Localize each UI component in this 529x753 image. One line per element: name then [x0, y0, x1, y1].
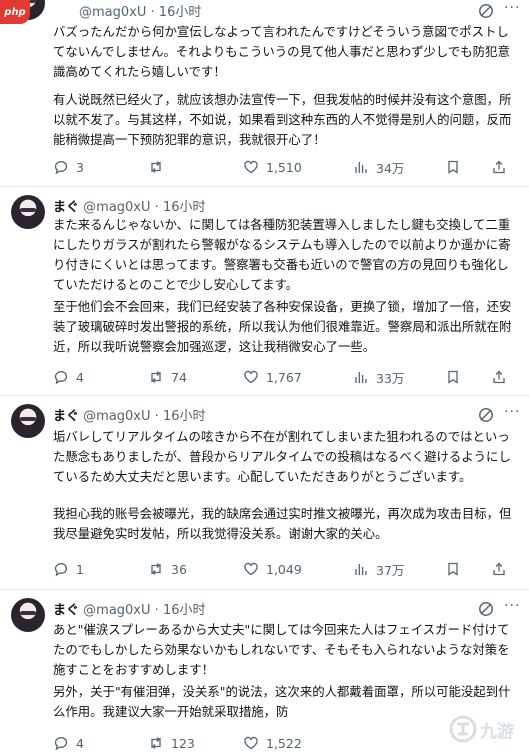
retweet-count: 36: [171, 561, 187, 577]
reply-icon: [54, 737, 68, 751]
jiuyou-watermark: 九游: [448, 712, 528, 746]
timestamp[interactable]: 16小时: [163, 603, 206, 618]
more-options-icon[interactable]: ···: [504, 0, 520, 16]
retweet-button[interactable]: 123: [148, 734, 195, 752]
like-button[interactable]: 1,510: [243, 158, 302, 176]
tweet-text-translation: 另外，关于"有催泪弹，没关系"的说法，这次来的人都戴着面罩，所以可能没起到什么作…: [53, 684, 511, 719]
share-icon: [493, 562, 505, 576]
tweet-actions: 4 123 1,522: [53, 734, 513, 752]
heart-icon: [244, 160, 258, 174]
user-handle[interactable]: @mag0xU: [83, 409, 150, 424]
reply-count: 3: [76, 159, 84, 175]
reply-button[interactable]: 4: [53, 368, 84, 386]
views-button[interactable]: 37万: [353, 560, 404, 578]
php-watermark: php: [0, 0, 30, 24]
tweet-text-original: また来るんじゃないか、に関しては各種防犯装置導入しましたし鍵も交換して二重にした…: [53, 217, 511, 292]
share-button[interactable]: [491, 560, 514, 578]
display-name[interactable]: まぐ: [53, 409, 79, 424]
tweet-header: まぐ @mag0xU · 16小时: [53, 200, 206, 215]
avatar[interactable]: [11, 195, 45, 229]
avatar[interactable]: [11, 404, 45, 438]
tweet-text-original: バズったんだから何か宣伝しなよって言われたんですけどそういう意図でポストしてない…: [53, 24, 510, 79]
like-button[interactable]: 1,522: [243, 734, 302, 752]
jiuyou-logo-icon: [449, 715, 477, 743]
user-handle[interactable]: @mag0xU: [83, 200, 150, 215]
views-icon: [355, 564, 367, 575]
views-icon: [355, 162, 367, 173]
tweet-actions: 3 1,510 34万: [53, 158, 513, 176]
timestamp[interactable]: 16小时: [159, 5, 202, 20]
reply-count: 4: [76, 735, 84, 751]
bookmark-button[interactable]: [445, 368, 468, 386]
bookmark-icon: [448, 370, 458, 384]
tweet-text-translation: 有人说既然已经火了，就应该想办法宣传一下，但我发帖的时候并没有这个意图，所以就不…: [53, 92, 512, 147]
views-button[interactable]: 34万: [353, 158, 404, 176]
timestamp[interactable]: 16小时: [163, 409, 206, 424]
bookmark-icon: [448, 160, 458, 174]
like-count: 1,522: [266, 735, 302, 751]
reply-button[interactable]: 1: [53, 560, 84, 578]
divider: [0, 589, 529, 590]
heart-icon: [244, 736, 258, 750]
retweet-count: 123: [171, 735, 195, 751]
tweet-text-original: 垢バレしてリアルタイムの呟きから不在が割れてしまいまた狙われるのではといった懸念…: [53, 429, 511, 484]
share-icon: [493, 160, 505, 174]
view-count: 37万: [376, 562, 405, 578]
grok-icon[interactable]: [478, 3, 494, 19]
share-button[interactable]: [491, 368, 514, 386]
tweet-text-translation: 至于他们会不会回来，我们已经安装了各种安保设备，更换了锁，增加了一倍，还安装了玻…: [53, 299, 512, 354]
divider: [0, 395, 529, 396]
tweet-actions: 4 74 1,767 33万: [53, 368, 513, 386]
view-count: 34万: [376, 160, 405, 176]
reply-icon: [54, 161, 68, 175]
like-count: 1,049: [266, 561, 302, 577]
view-count: 33万: [376, 370, 405, 386]
tweet-actions: 1 36 1,049 37万: [53, 560, 513, 578]
like-button[interactable]: 1,049: [243, 560, 302, 578]
bookmark-button[interactable]: [445, 560, 468, 578]
share-button[interactable]: [491, 158, 514, 176]
tweet-text-original: あと"催涙スプレーあるから大丈夫"に関しては今回来た人はフェイスガード付けてたの…: [53, 622, 510, 677]
grok-icon[interactable]: [478, 407, 494, 423]
retweet-icon: [151, 563, 161, 575]
like-button[interactable]: 1,767: [243, 368, 302, 386]
reply-count: 1: [76, 561, 84, 577]
like-count: 1,767: [266, 369, 302, 385]
retweet-button[interactable]: [148, 158, 171, 176]
bookmark-icon: [448, 562, 458, 576]
display-name[interactable]: まぐ: [53, 200, 79, 215]
bookmark-button[interactable]: [445, 158, 468, 176]
reply-icon: [54, 563, 68, 577]
like-count: 1,510: [266, 159, 302, 175]
reply-button[interactable]: 4: [53, 734, 84, 752]
retweet-icon: [151, 161, 161, 173]
more-options-icon[interactable]: ···: [504, 404, 520, 420]
retweet-button[interactable]: 36: [148, 560, 187, 578]
views-button[interactable]: 33万: [353, 368, 404, 386]
tweet-header: まぐ @mag0xU · 16小时: [53, 409, 206, 424]
user-handle[interactable]: @mag0xU: [83, 603, 150, 618]
share-icon: [493, 370, 505, 384]
tweet-header: まぐ @mag0xU · 16小时: [53, 603, 206, 618]
heart-icon: [244, 562, 258, 576]
avatar[interactable]: [11, 598, 45, 632]
retweet-icon: [151, 737, 161, 749]
user-handle[interactable]: @mag0xU: [79, 5, 146, 20]
retweet-button[interactable]: 74: [148, 368, 187, 386]
timestamp[interactable]: 16小时: [163, 200, 206, 215]
retweet-icon: [151, 371, 161, 383]
tweet-header: @mag0xU · 16小时: [79, 5, 202, 20]
grok-icon[interactable]: [478, 601, 494, 617]
more-options-icon[interactable]: ···: [504, 598, 520, 614]
reply-count: 4: [76, 369, 84, 385]
heart-icon: [244, 370, 258, 384]
reply-icon: [54, 371, 68, 385]
reply-button[interactable]: 3: [53, 158, 84, 176]
views-icon: [355, 372, 367, 383]
display-name[interactable]: まぐ: [53, 603, 79, 618]
retweet-count: 74: [171, 369, 187, 385]
tweet-text-translation: 我担心我的账号会被曝光，我的缺席会通过实时推文被曝光，再次成为攻击目标，但我尽量…: [53, 506, 512, 541]
divider: [0, 186, 529, 187]
